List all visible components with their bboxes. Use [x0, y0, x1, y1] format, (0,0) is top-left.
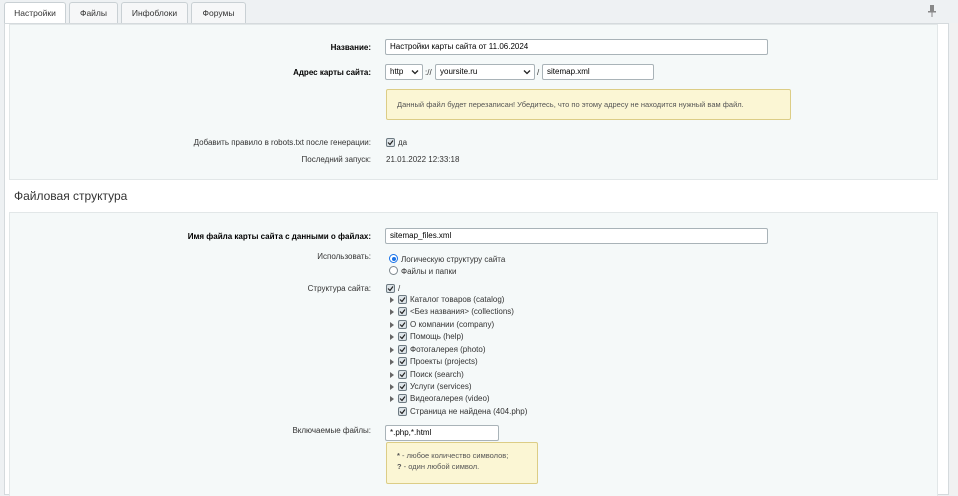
protocol-value: http [390, 67, 404, 76]
protocol-separator: :// [425, 68, 432, 77]
overwrite-warning: Данный файл будет перезаписан! Убедитесь… [386, 89, 791, 120]
tree-item-checkbox[interactable] [398, 345, 407, 354]
robots-checkbox[interactable] [386, 138, 395, 147]
chevron-down-icon [411, 70, 419, 75]
tree-item-video[interactable]: Видеогалерея (video) [410, 394, 490, 403]
check-icon [399, 322, 406, 328]
tree-item-checkbox[interactable] [398, 307, 407, 316]
check-icon [399, 334, 406, 340]
use-label: Использовать: [317, 252, 371, 261]
tree-item-checkbox[interactable] [398, 370, 407, 379]
tree-item-services[interactable]: Услуги (services) [410, 382, 472, 391]
tree-item-company[interactable]: О компании (company) [410, 320, 494, 329]
name-input[interactable]: Настройки карты сайта от 11.06.2024 [385, 39, 768, 55]
check-icon [399, 297, 406, 303]
tree-root-checkbox[interactable] [386, 284, 395, 293]
tree-item-checkbox[interactable] [398, 407, 407, 416]
triangle-right-icon[interactable] [390, 309, 394, 315]
hint-star-text: - любое количество символов; [399, 451, 509, 460]
settings-content: Название: Настройки карты сайта от 11.06… [4, 23, 949, 496]
tree-item-checkbox[interactable] [398, 394, 407, 403]
tree-item-projects[interactable]: Проекты (projects) [410, 357, 478, 366]
tree-item-photo[interactable]: Фотогалерея (photo) [410, 345, 486, 354]
triangle-right-icon[interactable] [390, 322, 394, 328]
name-label: Название: [330, 43, 371, 52]
address-label: Адрес карты сайта: [293, 68, 371, 77]
check-icon [387, 286, 394, 292]
triangle-right-icon[interactable] [390, 372, 394, 378]
hint-star-line: * - любое количество символов; [397, 450, 537, 461]
triangle-right-icon[interactable] [390, 347, 394, 353]
check-icon [399, 384, 406, 390]
check-icon [399, 372, 406, 378]
check-icon [399, 309, 406, 315]
triangle-right-icon[interactable] [390, 396, 394, 402]
protocol-select[interactable]: http [385, 64, 423, 80]
chevron-down-icon [523, 70, 531, 75]
path-separator: / [537, 68, 540, 77]
tree-item-checkbox[interactable] [398, 320, 407, 329]
check-icon [399, 409, 406, 415]
pin-icon[interactable] [928, 5, 936, 17]
tree-item-checkbox[interactable] [398, 357, 407, 366]
robots-label: Добавить правило в robots.txt после гене… [193, 138, 371, 147]
files-filename-label: Имя файла карты сайта с данными о файлах… [187, 232, 371, 241]
tree-item-404[interactable]: Страница не найдена (404.php) [410, 407, 527, 416]
hint-question-line: ? - один любой символ. [397, 461, 537, 472]
files-filename-input[interactable]: sitemap_files.xml [385, 228, 768, 244]
domain-value: yoursite.ru [440, 67, 478, 76]
tree-root-label: / [398, 284, 401, 293]
triangle-right-icon[interactable] [390, 334, 394, 340]
use-option-logical: Логическую структуру сайта [401, 255, 506, 264]
use-files-radio[interactable] [389, 266, 398, 275]
include-files-input[interactable]: *.php,*.html [385, 425, 499, 441]
triangle-right-icon[interactable] [390, 359, 394, 365]
triangle-right-icon[interactable] [390, 384, 394, 390]
tab-iblocks[interactable]: Инфоблоки [121, 2, 188, 23]
tab-files[interactable]: Файлы [69, 2, 118, 23]
tree-item-checkbox[interactable] [398, 382, 407, 391]
tree-item-collections[interactable]: <Без названия> (collections) [410, 307, 514, 316]
include-label: Включаемые файлы: [292, 426, 371, 435]
tree-item-search[interactable]: Поиск (search) [410, 370, 464, 379]
tab-bar: Настройки Файлы Инфоблоки Форумы [0, 0, 958, 24]
check-icon [399, 359, 406, 365]
robots-value: да [398, 138, 408, 147]
scrollbar[interactable] [950, 23, 958, 495]
structure-label: Структура сайта: [307, 284, 371, 293]
domain-select[interactable]: yoursite.ru [435, 64, 535, 80]
sitemap-filename-input[interactable]: sitemap.xml [542, 64, 654, 80]
check-icon [399, 396, 406, 402]
triangle-right-icon[interactable] [390, 297, 394, 303]
tree-item-help[interactable]: Помощь (help) [410, 332, 464, 341]
tree-item-checkbox[interactable] [398, 332, 407, 341]
use-option-files: Файлы и папки [401, 267, 457, 276]
last-run-label: Последний запуск: [301, 155, 371, 164]
check-icon [399, 347, 406, 353]
section-title-files: Файловая структура [14, 189, 128, 203]
include-hint: * - любое количество символов; ? - один … [386, 442, 538, 484]
tree-item-checkbox[interactable] [398, 295, 407, 304]
tab-forums[interactable]: Форумы [191, 2, 246, 23]
check-icon [387, 140, 394, 146]
tab-settings[interactable]: Настройки [4, 2, 66, 23]
use-logical-radio[interactable] [389, 254, 398, 263]
tree-item-catalog[interactable]: Каталог товаров (catalog) [410, 295, 504, 304]
last-run-value: 21.01.2022 12:33:18 [386, 155, 460, 164]
hint-question-text: - один любой символ. [401, 462, 480, 471]
